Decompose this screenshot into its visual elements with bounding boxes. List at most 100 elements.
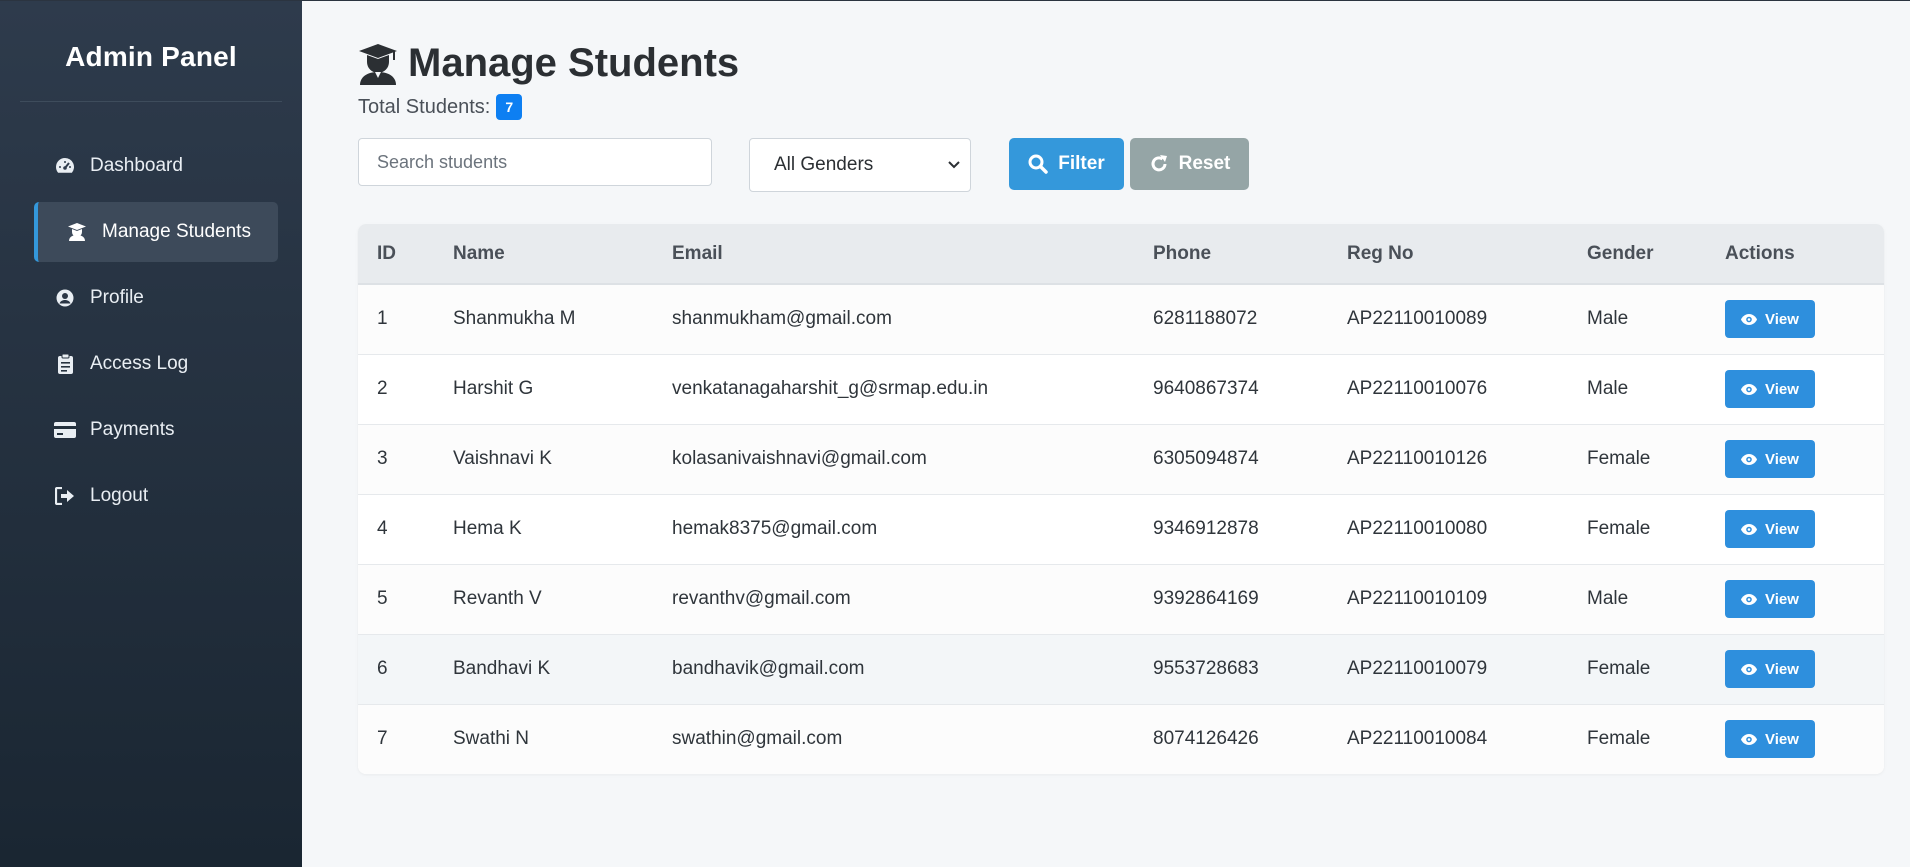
cell-actions: View — [1706, 634, 1884, 704]
column-header-reg-no[interactable]: Reg No — [1328, 224, 1568, 285]
cell-email: swathin@gmail.com — [672, 728, 843, 750]
cell-gender: Male — [1587, 308, 1629, 330]
table-header-row: ID Name Email Phone Reg No Gender Action… — [358, 224, 1884, 285]
view-button-label: View — [1765, 730, 1799, 748]
cell-id: 4 — [377, 518, 388, 539]
view-button[interactable]: View — [1725, 580, 1815, 618]
redo-icon — [1151, 155, 1167, 172]
filter-button[interactable]: Filter — [1009, 138, 1124, 190]
cell-email: venkatanagaharshit_g@srmap.edu.in — [672, 378, 989, 399]
view-button[interactable]: View — [1725, 300, 1815, 339]
clipboard-icon — [54, 353, 76, 375]
brand-title: Admin Panel — [20, 41, 282, 102]
cell-phone: 9553728683 — [1153, 658, 1259, 679]
column-header-id[interactable]: ID — [358, 224, 434, 285]
cell-actions: View — [1706, 494, 1884, 564]
column-header-name[interactable]: Name — [434, 224, 653, 285]
column-header-actions: Actions — [1706, 224, 1884, 285]
cell-name: Revanth V — [453, 588, 542, 609]
view-button-label: View — [1765, 450, 1799, 468]
column-header-email[interactable]: Email — [653, 224, 1134, 285]
table-row: 7 Swathi N swathin@gmail.com 8074126426 AP22… — [358, 704, 1884, 774]
sidebar-nav: Dashboard Manage Students Profile Access… — [0, 136, 302, 526]
view-button-label: View — [1765, 310, 1799, 328]
main-content: Manage Students Total Students: 7 All Ge… — [302, 1, 1910, 867]
sidebar-item-label: Access Log — [90, 353, 189, 374]
eye-icon — [1741, 593, 1758, 605]
search-input[interactable] — [358, 138, 712, 186]
cell-gender: Female — [1587, 728, 1651, 750]
gender-select[interactable]: All Genders — [749, 138, 971, 192]
reset-button[interactable]: Reset — [1130, 138, 1249, 190]
cell-reg-no: AP22110010126 — [1347, 448, 1488, 469]
cell-id: 1 — [377, 308, 388, 330]
cell-id: 3 — [377, 448, 388, 469]
eye-icon — [1741, 663, 1758, 675]
total-label: Total Students: — [358, 95, 491, 118]
eye-icon — [1741, 313, 1758, 325]
cell-reg-no: AP22110010076 — [1347, 378, 1488, 399]
table-row: 5 Revanth V revanthv@gmail.com 9392864169 AP… — [358, 564, 1884, 634]
cell-reg-no: AP22110010084 — [1347, 728, 1488, 750]
view-button[interactable]: View — [1725, 370, 1815, 408]
cell-id: 7 — [377, 728, 388, 750]
logout-icon — [54, 485, 76, 507]
sidebar-item-label: Manage Students — [102, 221, 251, 242]
gender-select-value: All Genders — [774, 154, 874, 175]
total-students: Total Students: 7 — [358, 94, 1884, 120]
view-button[interactable]: View — [1725, 720, 1815, 759]
table-row: 4 Hema K hemak8375@gmail.com 9346912878 AP22… — [358, 494, 1884, 564]
reset-button-label: Reset — [1178, 153, 1231, 174]
sidebar-item-label: Payments — [90, 419, 175, 440]
eye-icon — [1741, 523, 1758, 535]
view-button[interactable]: View — [1725, 440, 1815, 478]
view-button[interactable]: View — [1725, 510, 1815, 548]
cell-reg-no: AP22110010109 — [1347, 588, 1488, 609]
students-table: ID Name Email Phone Reg No Gender Action… — [358, 224, 1884, 774]
students-table-container: ID Name Email Phone Reg No Gender Action… — [358, 224, 1884, 774]
cell-name: Vaishnavi K — [453, 448, 552, 469]
table-body: 1 Shanmukha M shanmukham@gmail.com 62811880… — [358, 284, 1884, 774]
cell-actions: View — [1706, 284, 1884, 354]
cell-name: Swathi N — [453, 728, 530, 750]
sidebar-item-manage-students[interactable]: Manage Students — [34, 202, 278, 262]
page-title: Manage Students — [408, 41, 740, 85]
eye-icon — [1741, 733, 1758, 745]
cell-name: Shanmukha M — [453, 308, 576, 330]
app-root: Admin Panel Dashboard Manage Students Pr… — [0, 0, 1910, 867]
cell-phone: 9392864169 — [1153, 588, 1259, 609]
cell-id: 5 — [377, 588, 388, 609]
user-circle-icon — [54, 287, 76, 309]
sidebar: Admin Panel Dashboard Manage Students Pr… — [0, 1, 302, 867]
column-header-phone[interactable]: Phone — [1134, 224, 1328, 285]
view-button-label: View — [1765, 520, 1799, 538]
cell-email: revanthv@gmail.com — [672, 588, 851, 609]
cell-email: kolasanivaishnavi@gmail.com — [672, 448, 927, 469]
cell-phone: 9640867374 — [1153, 378, 1259, 399]
cell-name: Bandhavi K — [453, 658, 551, 679]
cell-actions: View — [1706, 354, 1884, 424]
sidebar-item-access-log[interactable]: Access Log — [34, 334, 278, 394]
graduate-icon — [66, 221, 88, 243]
cell-name: Hema K — [453, 518, 522, 539]
sidebar-item-profile[interactable]: Profile — [34, 268, 278, 328]
filter-button-label: Filter — [1058, 153, 1105, 174]
sidebar-item-label: Dashboard — [90, 155, 183, 176]
cell-email: shanmukham@gmail.com — [672, 308, 892, 330]
cell-reg-no: AP22110010079 — [1347, 658, 1488, 679]
sidebar-item-logout[interactable]: Logout — [34, 466, 278, 526]
cell-phone: 8074126426 — [1153, 728, 1259, 750]
cell-phone: 6281188072 — [1153, 308, 1258, 330]
cell-actions: View — [1706, 704, 1884, 774]
count-badge: 7 — [496, 94, 523, 120]
column-header-gender[interactable]: Gender — [1568, 224, 1706, 285]
cell-gender: Male — [1587, 378, 1629, 399]
sidebar-item-payments[interactable]: Payments — [34, 400, 278, 460]
chevron-down-icon — [948, 161, 960, 169]
cell-actions: View — [1706, 424, 1884, 494]
cell-phone: 9346912878 — [1153, 518, 1259, 539]
graduate-icon — [359, 43, 397, 85]
view-button[interactable]: View — [1725, 650, 1815, 688]
dashboard-icon — [54, 155, 76, 177]
sidebar-item-dashboard[interactable]: Dashboard — [34, 136, 278, 196]
